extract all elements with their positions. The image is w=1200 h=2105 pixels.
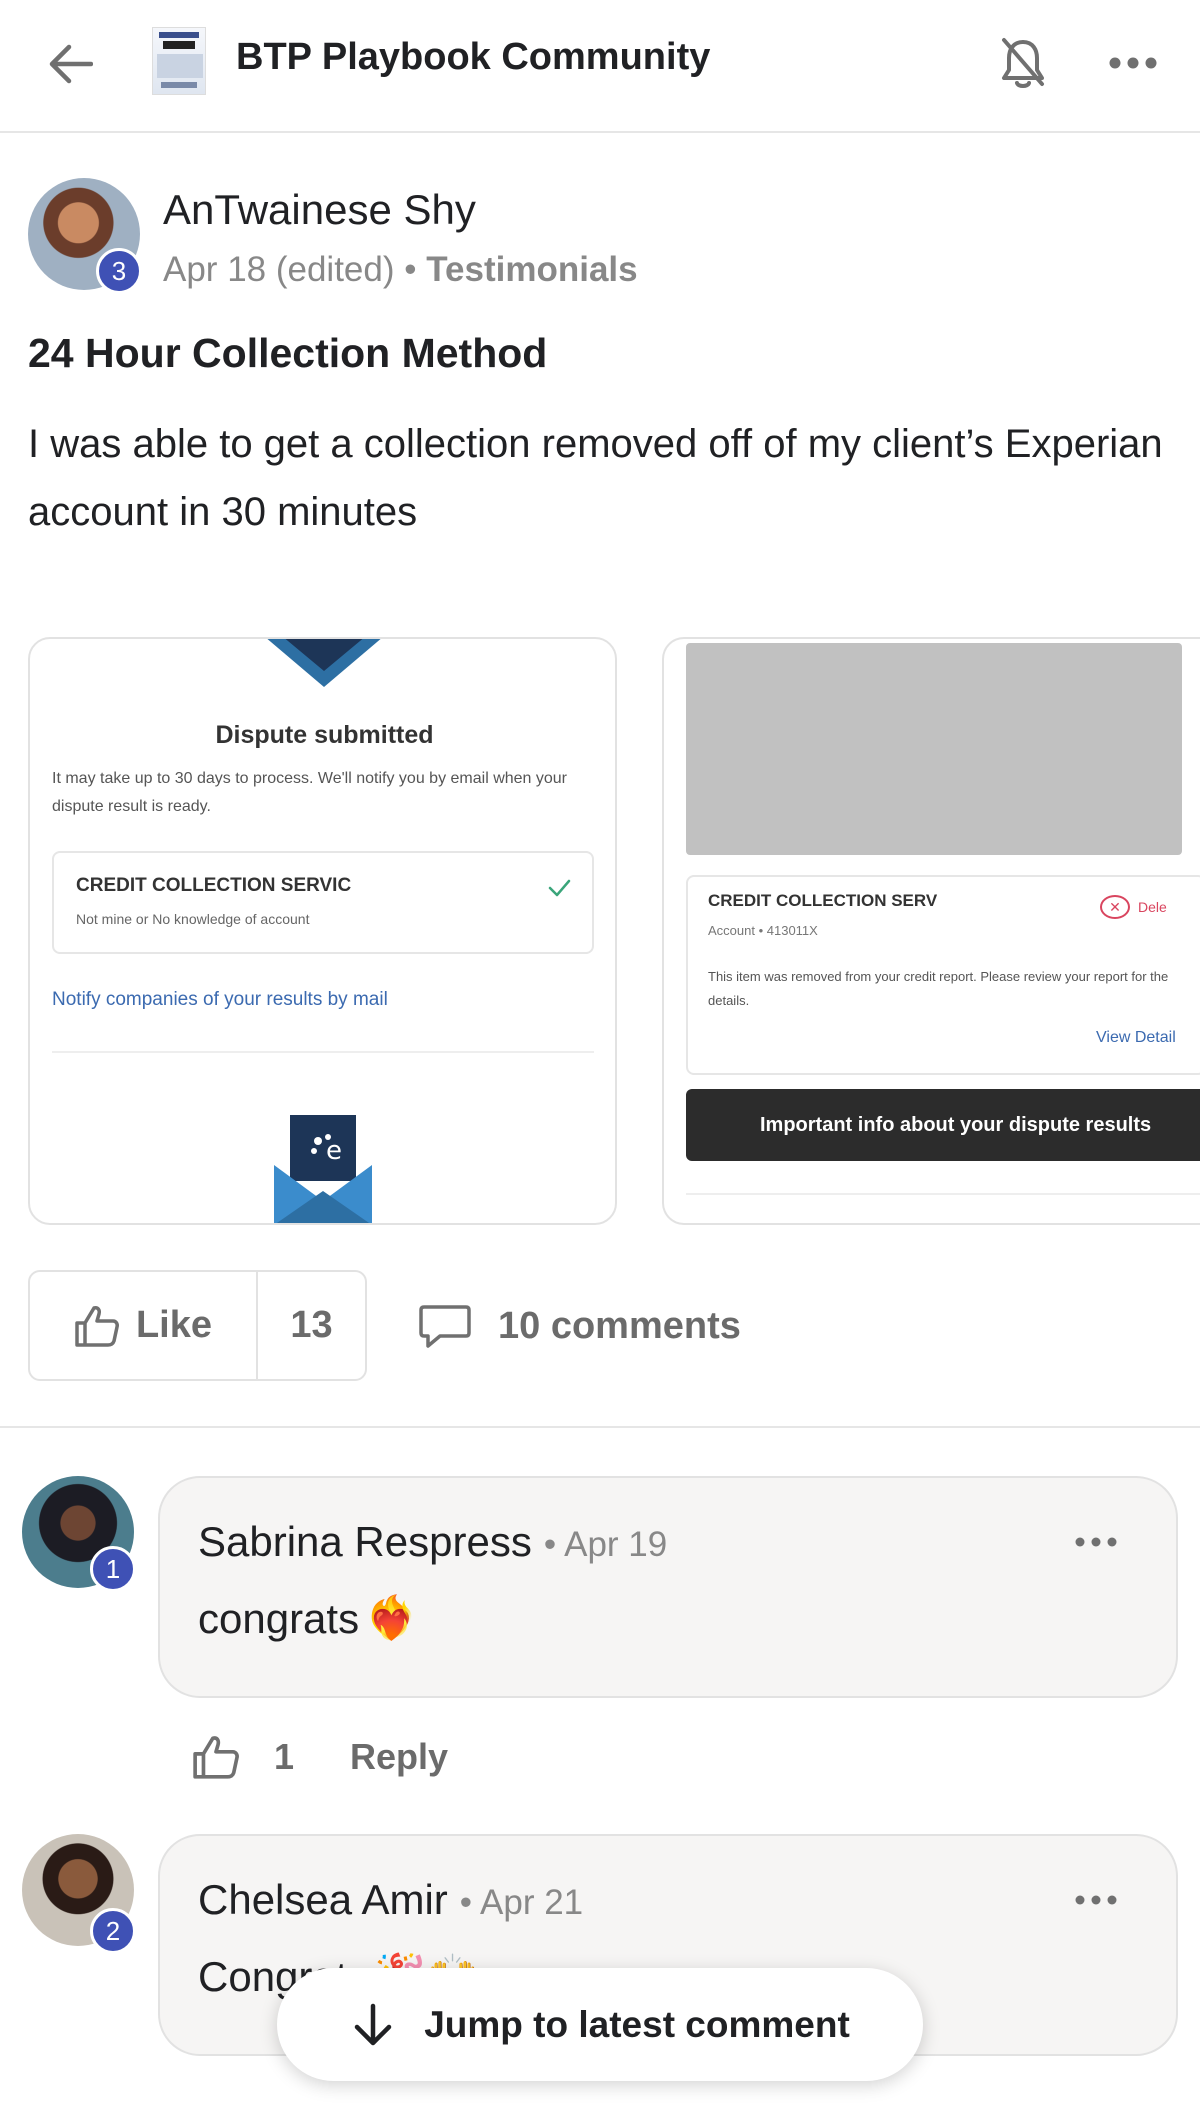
- partial-comment-actions: [188, 2082, 448, 2105]
- comment-actions: 1 Reply: [188, 1722, 448, 1792]
- divider: [686, 1193, 1200, 1195]
- divider: [52, 1051, 594, 1053]
- thumbs-up-icon: [193, 1736, 239, 1779]
- fire-heart-emoji: ❤️‍🔥: [365, 1594, 418, 1641]
- top-bar: BTP Playbook Community: [0, 0, 1200, 133]
- jump-label: Jump to latest comment: [424, 2003, 850, 2045]
- image-placeholder: [686, 643, 1182, 855]
- section-divider: [0, 1426, 1200, 1428]
- comment-level-badge: 2: [90, 1908, 136, 1954]
- check-icon: [548, 879, 571, 897]
- comment-date-separator: •: [459, 1883, 473, 1922]
- comment-date-separator: •: [543, 1525, 557, 1564]
- meta-separator: •: [404, 250, 417, 289]
- jump-to-latest-button[interactable]: Jump to latest comment: [277, 1968, 923, 2081]
- group-cover-thumbnail: [152, 27, 206, 95]
- shield-icon: [267, 639, 381, 687]
- important-info-button: Important info about your dispute result…: [686, 1089, 1200, 1161]
- dispute-item-title: CREDIT COLLECTION SERVIC: [76, 875, 352, 896]
- notifications-button[interactable]: [990, 30, 1056, 96]
- deleted-label: Dele: [1138, 899, 1167, 915]
- more-horizontal-icon: [1075, 1537, 1117, 1547]
- comments-button[interactable]: 10 comments: [418, 1290, 741, 1362]
- like-control: Like 13: [28, 1270, 367, 1381]
- group-title: BTP Playbook Community: [236, 36, 711, 78]
- comment-like-count: 1: [274, 1736, 295, 1777]
- more-options-button[interactable]: [1100, 30, 1166, 96]
- dispute-item-card: CREDIT COLLECTION SERVIC Not mine or No …: [52, 851, 594, 954]
- post-meta: Apr 18 (edited) • Testimonials: [163, 250, 638, 290]
- comment-author[interactable]: Sabrina Respress: [198, 1518, 532, 1566]
- dispute-item-reason: Not mine or No knowledge of account: [76, 911, 310, 927]
- comment-date: Apr 19: [564, 1525, 668, 1564]
- dispute-title: Dispute submitted: [215, 721, 434, 749]
- like-label: Like: [135, 1304, 213, 1346]
- comment-author[interactable]: Chelsea Amir: [198, 1876, 448, 1924]
- comments-count-label: 10 comments: [498, 1304, 741, 1347]
- bell-off-icon: [1002, 38, 1044, 88]
- svg-text:e: e: [326, 1136, 342, 1166]
- comment-level-badge: 1: [90, 1546, 136, 1592]
- thumbs-up-icon: [75, 1305, 119, 1347]
- post-body: I was able to get a collection removed o…: [28, 422, 1163, 534]
- comment-more-button[interactable]: [1066, 1880, 1126, 1920]
- comment-date: Apr 21: [480, 1883, 584, 1922]
- post-title: 24 Hour Collection Method: [28, 330, 548, 376]
- comment-icon: [419, 1305, 471, 1348]
- comment-like-button[interactable]: [188, 1729, 244, 1785]
- more-horizontal-icon: [1109, 57, 1157, 69]
- like-count[interactable]: 13: [258, 1272, 365, 1379]
- notify-companies-link: Notify companies of your results by mail: [52, 989, 388, 1010]
- attachment-image-2[interactable]: CREDIT COLLECTION SERV Account • 413011X…: [662, 637, 1200, 1225]
- author-name[interactable]: AnTwainese Shy: [163, 186, 476, 234]
- arrow-down-icon: [354, 2003, 392, 2045]
- like-button[interactable]: Like: [30, 1272, 258, 1379]
- comment-header: Chelsea Amir • Apr 21: [198, 1876, 583, 1924]
- comment-more-button[interactable]: [1066, 1522, 1126, 1562]
- deleted-badge: ✕ Dele: [1100, 895, 1167, 919]
- dispute-description: It may take up to 30 days to process. We…: [52, 770, 568, 815]
- view-details-link: View Detail: [1096, 1029, 1176, 1046]
- x-circle-icon: ✕: [1100, 895, 1130, 919]
- comment-text-content: congrats: [198, 1594, 360, 1642]
- comment-header: Sabrina Respress • Apr 19: [198, 1518, 667, 1566]
- post-category[interactable]: Testimonials: [426, 250, 637, 289]
- reply-button[interactable]: Reply: [350, 1736, 448, 1778]
- more-horizontal-icon: [1075, 1895, 1117, 1905]
- account-number: Account • 413011X: [708, 923, 818, 938]
- post-date: Apr 18 (edited): [163, 250, 395, 289]
- envelope-icon: e: [274, 1115, 372, 1223]
- removed-item-title: CREDIT COLLECTION SERV: [708, 891, 938, 910]
- comment-text: congrats ❤️‍🔥: [198, 1594, 417, 1643]
- removed-item-card: CREDIT COLLECTION SERV Account • 413011X…: [686, 875, 1200, 1075]
- attachment-image-1[interactable]: Dispute submitted It may take up to 30 d…: [28, 637, 617, 1225]
- arrow-left-icon: [49, 44, 93, 84]
- back-button[interactable]: [40, 34, 100, 94]
- comment-bubble: Sabrina Respress • Apr 19 congrats ❤️‍🔥: [158, 1476, 1178, 1698]
- author-level-badge: 3: [96, 248, 142, 294]
- removed-message: This item was removed from your credit r…: [708, 969, 1169, 1008]
